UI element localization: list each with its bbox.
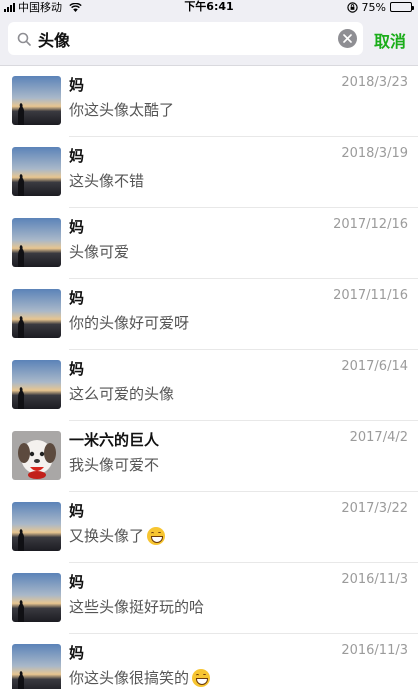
contact-name: 妈 bbox=[69, 502, 85, 520]
avatar bbox=[12, 573, 61, 622]
message-date: 2018/3/19 bbox=[341, 146, 408, 161]
message-date: 2016/11/3 bbox=[341, 572, 408, 587]
message-date: 2017/12/16 bbox=[333, 217, 408, 232]
message-snippet: 你这头像太酷了 bbox=[69, 99, 174, 120]
clear-icon[interactable] bbox=[338, 29, 357, 48]
message-text: 你这头像很搞笑的 bbox=[69, 669, 190, 687]
message-snippet: 这头像不错 bbox=[69, 170, 144, 191]
message-snippet: 我头像可爱不 bbox=[69, 454, 159, 475]
message-snippet: 这些头像挺好玩的哈 bbox=[69, 596, 204, 617]
chat-result-item[interactable]: 妈 2017/11/16 你的头像好可爱呀 bbox=[0, 279, 418, 350]
battery-icon bbox=[390, 2, 414, 12]
message-date: 2018/3/23 bbox=[341, 75, 408, 90]
avatar bbox=[12, 502, 61, 551]
chat-result-item[interactable]: 妈 2016/11/3 这些头像挺好玩的哈 bbox=[0, 563, 418, 634]
search-icon bbox=[17, 32, 31, 46]
message-text: 你这头像太酷了 bbox=[69, 101, 175, 119]
message-text: 头像可爱 bbox=[69, 243, 130, 261]
message-text: 这头像不错 bbox=[69, 172, 145, 190]
message-text: 你的头像好可爱呀 bbox=[69, 314, 190, 332]
contact-name: 一米六的巨人 bbox=[69, 431, 160, 449]
chat-result-item[interactable]: 妈 2016/11/3 你这头像很搞笑的 bbox=[0, 634, 418, 689]
message-date: 2016/11/3 bbox=[341, 643, 408, 658]
message-date: 2017/4/2 bbox=[349, 430, 408, 445]
avatar bbox=[12, 76, 61, 125]
contact-name: 妈 bbox=[69, 360, 85, 378]
message-date: 2017/11/16 bbox=[333, 288, 408, 303]
avatar bbox=[12, 218, 61, 267]
contact-name: 妈 bbox=[69, 218, 85, 236]
message-snippet: 你这头像很搞笑的 bbox=[69, 667, 211, 688]
message-snippet: 你的头像好可爱呀 bbox=[69, 312, 189, 333]
avatar bbox=[12, 431, 61, 480]
message-text: 这么可爱的头像 bbox=[69, 385, 175, 403]
avatar bbox=[12, 289, 61, 338]
contact-name: 妈 bbox=[69, 76, 85, 94]
message-snippet: 这么可爱的头像 bbox=[69, 383, 174, 404]
chat-result-item[interactable]: 妈 2017/3/22 又换头像了 bbox=[0, 492, 418, 563]
avatar bbox=[12, 644, 61, 689]
contact-name: 妈 bbox=[69, 644, 85, 662]
chat-result-item[interactable]: 一米六的巨人 2017/4/2 我头像可爱不 bbox=[0, 421, 418, 492]
status-bar: 中国移动 下午6:41 75% bbox=[0, 0, 418, 14]
chat-result-item[interactable]: 妈 2017/6/14 这么可爱的头像 bbox=[0, 350, 418, 421]
avatar bbox=[12, 147, 61, 196]
message-text: 我头像可爱不 bbox=[69, 456, 160, 474]
message-snippet: 又换头像了 bbox=[69, 525, 166, 546]
contact-name: 妈 bbox=[69, 147, 85, 165]
battery-percent: 75% bbox=[361, 0, 386, 14]
search-box[interactable] bbox=[8, 22, 363, 55]
message-date: 2017/6/14 bbox=[341, 359, 408, 374]
chat-result-item[interactable]: 妈 2018/3/19 这头像不错 bbox=[0, 137, 418, 208]
grinning-emoji-icon bbox=[147, 526, 166, 545]
message-text: 又换头像了 bbox=[69, 527, 145, 545]
search-input[interactable] bbox=[38, 29, 328, 48]
avatar bbox=[12, 360, 61, 409]
message-date: 2017/3/22 bbox=[341, 501, 408, 516]
search-bar: 取消 bbox=[0, 14, 418, 66]
message-text: 这些头像挺好玩的哈 bbox=[69, 598, 205, 616]
grinning-emoji-icon bbox=[192, 668, 211, 687]
message-snippet: 头像可爱 bbox=[69, 241, 129, 262]
chat-result-item[interactable]: 妈 2017/12/16 头像可爱 bbox=[0, 208, 418, 279]
rotation-lock-icon bbox=[346, 1, 358, 13]
search-results-list: 妈 2018/3/23 你这头像太酷了 妈 2018/3/19 这头像不错 妈 … bbox=[0, 66, 418, 689]
chat-result-item[interactable]: 妈 2018/3/23 你这头像太酷了 bbox=[0, 66, 418, 137]
contact-name: 妈 bbox=[69, 573, 85, 591]
status-right: 75% bbox=[346, 0, 414, 14]
cancel-button[interactable]: 取消 bbox=[374, 28, 406, 52]
contact-name: 妈 bbox=[69, 289, 85, 307]
